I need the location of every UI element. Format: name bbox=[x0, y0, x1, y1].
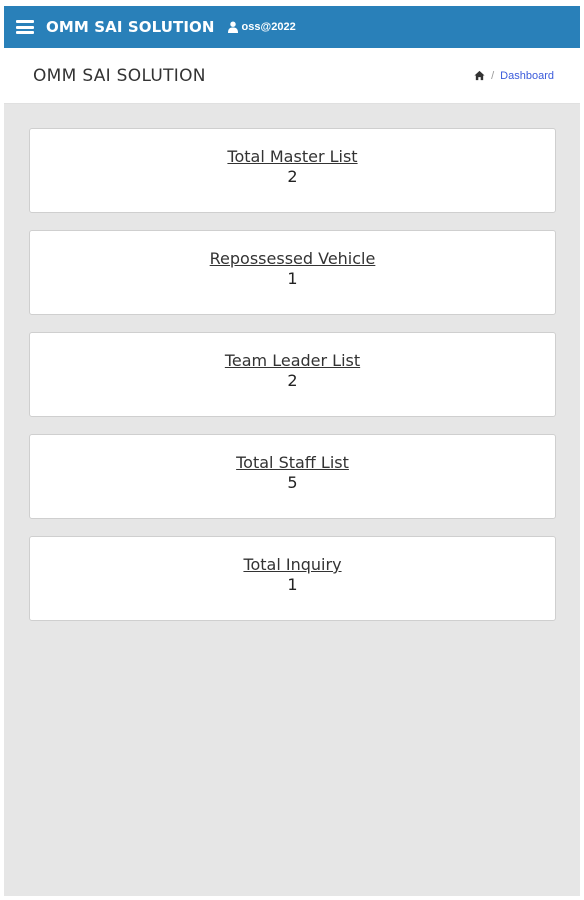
top-navbar: OMM SAI SOLUTION oss@2022 bbox=[4, 6, 580, 48]
brand-name[interactable]: OMM SAI SOLUTION bbox=[46, 18, 215, 36]
card-title-link[interactable]: Total Master List bbox=[227, 147, 357, 167]
username: oss@2022 bbox=[241, 21, 296, 33]
home-icon[interactable] bbox=[474, 70, 485, 81]
page-header: OMM SAI SOLUTION / Dashboard bbox=[4, 48, 580, 104]
card-title-link[interactable]: Total Staff List bbox=[236, 453, 349, 473]
dashboard-cards: Total Master List 2 Repossessed Vehicle … bbox=[4, 104, 580, 621]
card-title-link[interactable]: Team Leader List bbox=[225, 351, 360, 371]
card-repossessed-vehicle: Repossessed Vehicle 1 bbox=[29, 230, 556, 315]
page-title: OMM SAI SOLUTION bbox=[33, 65, 206, 86]
hamburger-icon[interactable] bbox=[16, 20, 34, 34]
card-total-staff-list: Total Staff List 5 bbox=[29, 434, 556, 519]
breadcrumb: / Dashboard bbox=[474, 70, 554, 82]
card-total-master-list: Total Master List 2 bbox=[29, 128, 556, 213]
app-frame: OMM SAI SOLUTION oss@2022 OMM SAI SOLUTI… bbox=[4, 6, 580, 896]
card-count: 1 bbox=[287, 269, 298, 288]
breadcrumb-separator: / bbox=[491, 69, 495, 82]
card-count: 5 bbox=[287, 473, 298, 492]
breadcrumb-dashboard-link[interactable]: Dashboard bbox=[500, 70, 554, 82]
card-team-leader-list: Team Leader List 2 bbox=[29, 332, 556, 417]
card-total-inquiry: Total Inquiry 1 bbox=[29, 536, 556, 621]
card-title-link[interactable]: Repossessed Vehicle bbox=[210, 249, 376, 269]
card-title-link[interactable]: Total Inquiry bbox=[243, 555, 341, 575]
card-count: 1 bbox=[287, 575, 298, 594]
user-menu[interactable]: oss@2022 bbox=[227, 21, 296, 33]
card-count: 2 bbox=[287, 371, 298, 390]
user-icon bbox=[227, 21, 238, 33]
card-count: 2 bbox=[287, 167, 298, 186]
